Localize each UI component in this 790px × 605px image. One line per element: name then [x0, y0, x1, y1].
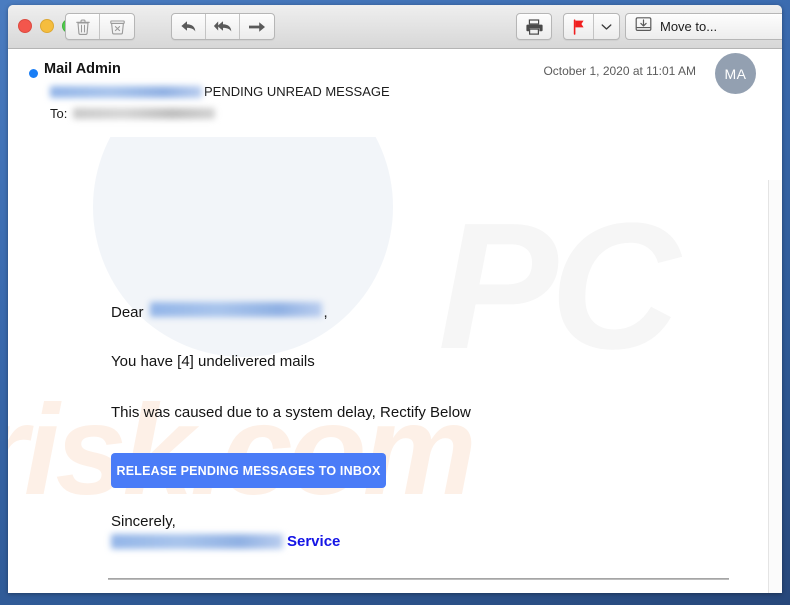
toolbar: Move to... — [8, 5, 782, 49]
forward-arrow-icon — [248, 20, 266, 34]
signature-row: Service — [111, 533, 340, 550]
vertical-scrollbar[interactable] — [768, 180, 782, 593]
delete-button[interactable] — [66, 14, 100, 39]
junk-bin-icon — [109, 19, 125, 35]
sender-address-redacted — [50, 85, 202, 98]
message-header: Mail Admin October 1, 2020 at 11:01 AM M… — [8, 49, 782, 138]
greeting-name-redacted — [149, 302, 322, 317]
subject-text: PENDING UNREAD MESSAGE — [204, 84, 390, 99]
signature-service-label: Service — [287, 533, 341, 550]
print-button[interactable] — [517, 14, 551, 39]
mail-viewer-window: Move to... Mail Admin October 1, 2020 at… — [8, 5, 782, 593]
print-button-group — [516, 13, 552, 40]
recipient-row: To: — [50, 106, 216, 121]
move-to-folder-icon — [635, 16, 652, 37]
sign-off-line: Sincerely, — [111, 513, 176, 530]
message-date: October 1, 2020 at 11:01 AM — [543, 64, 696, 78]
watermark-circle — [93, 137, 393, 357]
watermark-initials: PC — [438, 186, 680, 387]
window-frame: Move to... Mail Admin October 1, 2020 at… — [0, 0, 790, 605]
flag-button-group — [563, 13, 620, 40]
subject-row: PENDING UNREAD MESSAGE — [50, 84, 390, 99]
message-body: PC risk.com Dear , You have [4] undelive… — [8, 137, 782, 593]
close-window-button[interactable] — [18, 19, 32, 33]
greeting-prefix: Dear — [111, 304, 144, 321]
delete-junk-button-group — [65, 13, 135, 40]
reply-button[interactable] — [172, 14, 206, 39]
greeting-suffix: , — [323, 304, 328, 321]
release-messages-button[interactable]: RELEASE PENDING MESSAGES TO INBOX — [111, 453, 386, 488]
chevron-down-icon — [601, 23, 612, 31]
avatar: MA — [715, 53, 756, 94]
reply-button-group — [171, 13, 275, 40]
signature-redacted — [111, 534, 283, 549]
cause-line: This was caused due to a system delay, R… — [111, 404, 471, 421]
reply-arrow-icon — [180, 19, 197, 34]
flag-dropdown-button[interactable] — [594, 14, 619, 39]
trash-icon — [75, 19, 90, 35]
sender-name: Mail Admin — [44, 61, 121, 77]
reply-all-button[interactable] — [206, 14, 240, 39]
flag-icon — [572, 18, 586, 35]
flag-button[interactable] — [564, 14, 594, 39]
content-divider — [108, 578, 729, 580]
undelivered-count-line: You have [4] undelivered mails — [111, 353, 315, 370]
move-to-label: Move to... — [660, 19, 718, 34]
to-label: To: — [50, 106, 68, 121]
junk-button[interactable] — [100, 14, 134, 39]
unread-indicator-dot[interactable] — [29, 69, 38, 78]
printer-icon — [525, 18, 543, 35]
minimize-window-button[interactable] — [40, 19, 54, 33]
recipient-redacted — [73, 108, 216, 119]
forward-button[interactable] — [240, 14, 274, 39]
move-to-button[interactable]: Move to... — [625, 13, 782, 40]
greeting-line: Dear , — [111, 302, 328, 321]
reply-all-arrow-icon — [213, 19, 233, 34]
